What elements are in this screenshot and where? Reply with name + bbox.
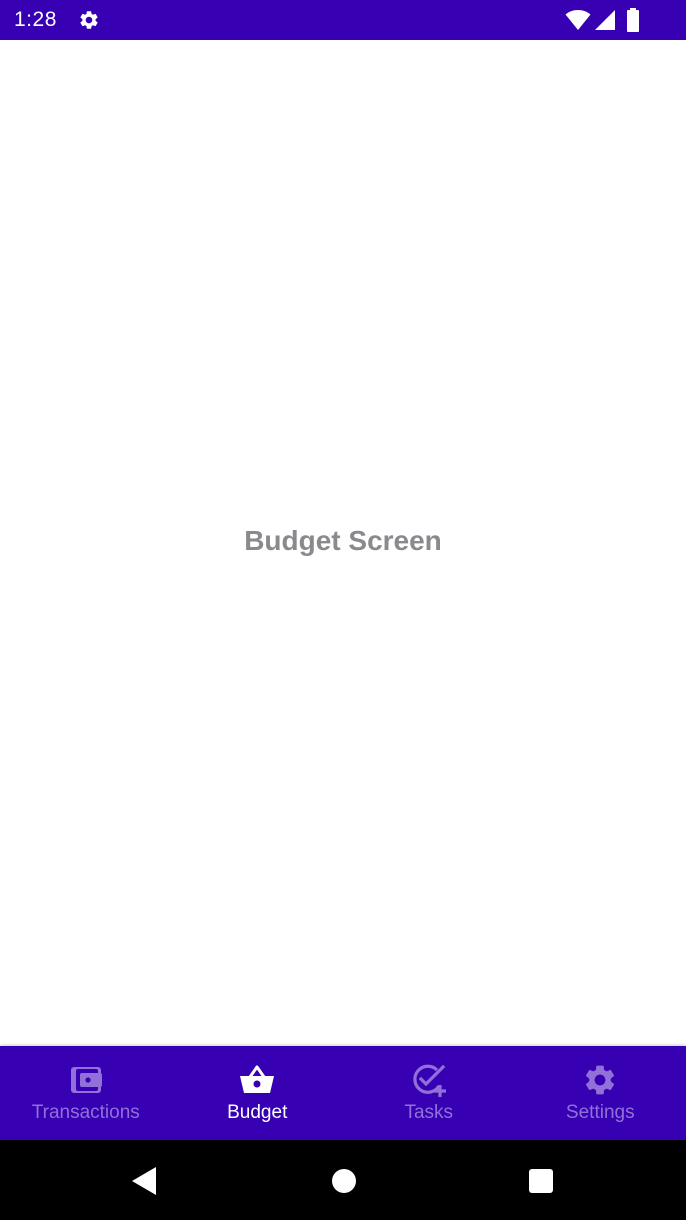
nav-item-budget[interactable]: Budget bbox=[172, 1046, 344, 1140]
recents-icon[interactable] bbox=[528, 1168, 554, 1194]
nav-item-tasks[interactable]: Tasks bbox=[343, 1046, 515, 1140]
budget-content: Budget Screen bbox=[0, 40, 686, 1046]
nav-item-settings[interactable]: Settings bbox=[515, 1046, 686, 1140]
nav-label-budget: Budget bbox=[227, 1102, 288, 1123]
nav-label-transactions: Transactions bbox=[31, 1102, 140, 1123]
bottom-navigation: Transactions Budget Tasks Settings bbox=[0, 1046, 686, 1140]
wallet-icon bbox=[68, 1062, 104, 1098]
home-icon[interactable] bbox=[331, 1168, 357, 1194]
system-navigation-bar bbox=[0, 1140, 686, 1220]
gear-icon bbox=[78, 9, 100, 31]
basket-icon bbox=[239, 1062, 275, 1098]
status-bar: 1:28 bbox=[0, 0, 686, 40]
check-plus-icon bbox=[411, 1062, 447, 1098]
nav-label-tasks: Tasks bbox=[404, 1102, 454, 1123]
back-icon[interactable] bbox=[130, 1166, 158, 1196]
signal-icon bbox=[594, 9, 616, 31]
battery-icon bbox=[626, 8, 640, 32]
nav-item-transactions[interactable]: Transactions bbox=[0, 1046, 172, 1140]
status-time: 1:28 bbox=[14, 8, 57, 31]
nav-label-settings: Settings bbox=[565, 1102, 635, 1123]
screen-title: Budget Screen bbox=[244, 525, 442, 556]
gear-icon bbox=[582, 1062, 618, 1098]
wifi-icon bbox=[565, 9, 591, 31]
app-screen: 1:28 Budget Screen Transactions Budget T… bbox=[0, 0, 686, 1220]
